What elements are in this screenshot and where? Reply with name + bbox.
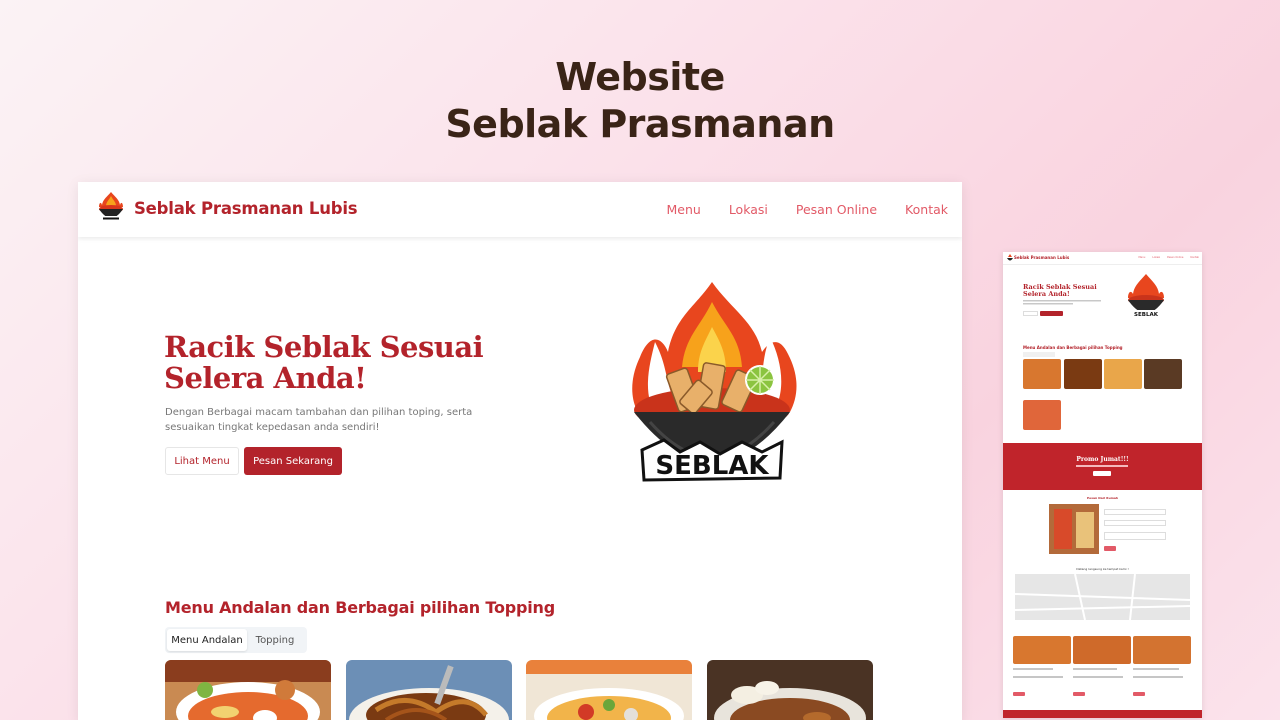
mini-hero-text-lines — [1023, 300, 1101, 305]
mini-submit-button — [1104, 546, 1116, 551]
mini-form-field — [1104, 509, 1166, 515]
food-photo-icon — [707, 660, 873, 720]
mini-nav-lokasi: Lokasi — [1152, 256, 1161, 259]
brand-name[interactable]: Seblak Prasmanan Lubis — [134, 199, 358, 218]
mini-news-text — [1133, 676, 1183, 678]
mini-food-thumb — [1144, 359, 1182, 389]
mini-nav-pesan: Pesan Online — [1167, 256, 1184, 259]
menu-section-title: Menu Andalan dan Berbagai pilihan Toppin… — [165, 598, 555, 617]
mini-news-thumb — [1133, 636, 1191, 664]
hero-title: Racik Seblak Sesuai Selera Anda! — [164, 332, 564, 394]
mini-order-button — [1040, 311, 1063, 316]
seblak-bowl-logo-icon: SEBLAK — [632, 282, 797, 482]
mini-logo-icon — [1007, 254, 1013, 261]
mini-menu-title: Menu Andalan dan Berbagai pilihan Toppin… — [1023, 345, 1123, 350]
mini-form-title: Pesan Dari Rumah — [1086, 496, 1119, 500]
nav-link-lokasi[interactable]: Lokasi — [729, 202, 768, 217]
hero-title-line1: Racik Seblak Sesuai — [164, 330, 484, 364]
mini-logo-text: SEBLAK — [1134, 312, 1159, 318]
nav-links: Menu Lokasi Pesan Online Kontak — [666, 202, 948, 217]
mini-news-text — [1013, 668, 1053, 670]
mini-news-thumb — [1013, 636, 1071, 664]
food-photo-icon — [346, 660, 512, 720]
hero-title-line2: Selera Anda! — [164, 361, 367, 395]
mini-news-button — [1133, 692, 1145, 696]
site-navbar: Seblak Prasmanan Lubis Menu Lokasi Pesan… — [78, 182, 962, 237]
mini-navbar: Seblak Prasmanan Lubis Menu Lokasi Pesan… — [1003, 252, 1202, 265]
menu-card-image[interactable] — [346, 660, 512, 720]
mini-news-button — [1013, 692, 1025, 696]
mini-shop-photo-icon — [1049, 504, 1099, 554]
mini-food-thumb — [1104, 359, 1142, 389]
mini-nav-menu: Menu — [1138, 256, 1146, 259]
mini-news-text — [1133, 668, 1179, 670]
tab-menu-andalan[interactable]: Menu Andalan — [167, 629, 247, 651]
menu-card-image[interactable] — [165, 660, 331, 720]
mini-hero-line2: Selera Anda! — [1023, 290, 1070, 298]
mini-news-text — [1073, 668, 1117, 670]
tab-topping[interactable]: Topping — [247, 629, 303, 651]
mini-news-button — [1073, 692, 1085, 696]
mobile-fullpage-mockup: Seblak Prasmanan Lubis Menu Lokasi Pesan… — [1003, 252, 1202, 718]
nav-link-pesan-online[interactable]: Pesan Online — [796, 202, 877, 217]
view-menu-button[interactable]: Lihat Menu — [165, 447, 239, 475]
mini-form-field — [1104, 532, 1166, 540]
mini-seblak-logo-icon: SEBLAK — [1128, 274, 1164, 318]
desktop-mockup: Seblak Prasmanan Lubis Menu Lokasi Pesan… — [78, 182, 962, 720]
mini-food-thumb — [1023, 359, 1061, 389]
mini-promo-title: Promo Jumat!!! — [1076, 456, 1129, 463]
mini-promo-button — [1093, 471, 1111, 476]
mini-map-title: Datang langsung ke tempat kami ! — [1076, 567, 1129, 571]
mini-news-text — [1013, 676, 1063, 678]
mini-menu-tabs — [1023, 352, 1055, 357]
mini-brand: Seblak Prasmanan Lubis — [1014, 255, 1070, 260]
page-title-line1: Website — [555, 55, 725, 99]
food-photo-icon — [526, 660, 692, 720]
mini-food-thumb — [1023, 400, 1061, 430]
nav-link-menu[interactable]: Menu — [666, 202, 700, 217]
mini-promo-subtitle — [1076, 465, 1128, 467]
mini-view-menu-button — [1023, 311, 1038, 316]
mini-form-field — [1104, 520, 1166, 526]
menu-card-image[interactable] — [707, 660, 873, 720]
menu-card-image[interactable] — [526, 660, 692, 720]
mini-food-thumb — [1064, 359, 1102, 389]
mini-map-icon — [1015, 574, 1190, 620]
mini-news-text — [1073, 676, 1123, 678]
mini-news-thumb — [1073, 636, 1131, 664]
mini-nav-links: Menu Lokasi Pesan Online Kontak — [1138, 256, 1199, 259]
menu-tabs: Menu Andalan Topping — [165, 627, 307, 653]
page-title-line2: Seblak Prasmanan — [445, 102, 835, 146]
mini-hero-title: Racik Seblak Sesuai Selera Anda! — [1023, 284, 1113, 298]
mini-nav-kontak: Kontak — [1190, 256, 1199, 259]
mini-footer — [1003, 710, 1202, 718]
food-photo-icon — [165, 660, 331, 720]
page-title: Website Seblak Prasmanan — [0, 54, 1280, 148]
seblak-logo-icon[interactable] — [97, 191, 125, 225]
logo-text: SEBLAK — [655, 451, 769, 481]
nav-link-kontak[interactable]: Kontak — [905, 202, 948, 217]
hero-description: Dengan Berbagai macam tambahan dan pilih… — [165, 407, 473, 433]
order-now-button[interactable]: Pesan Sekarang — [244, 447, 342, 475]
